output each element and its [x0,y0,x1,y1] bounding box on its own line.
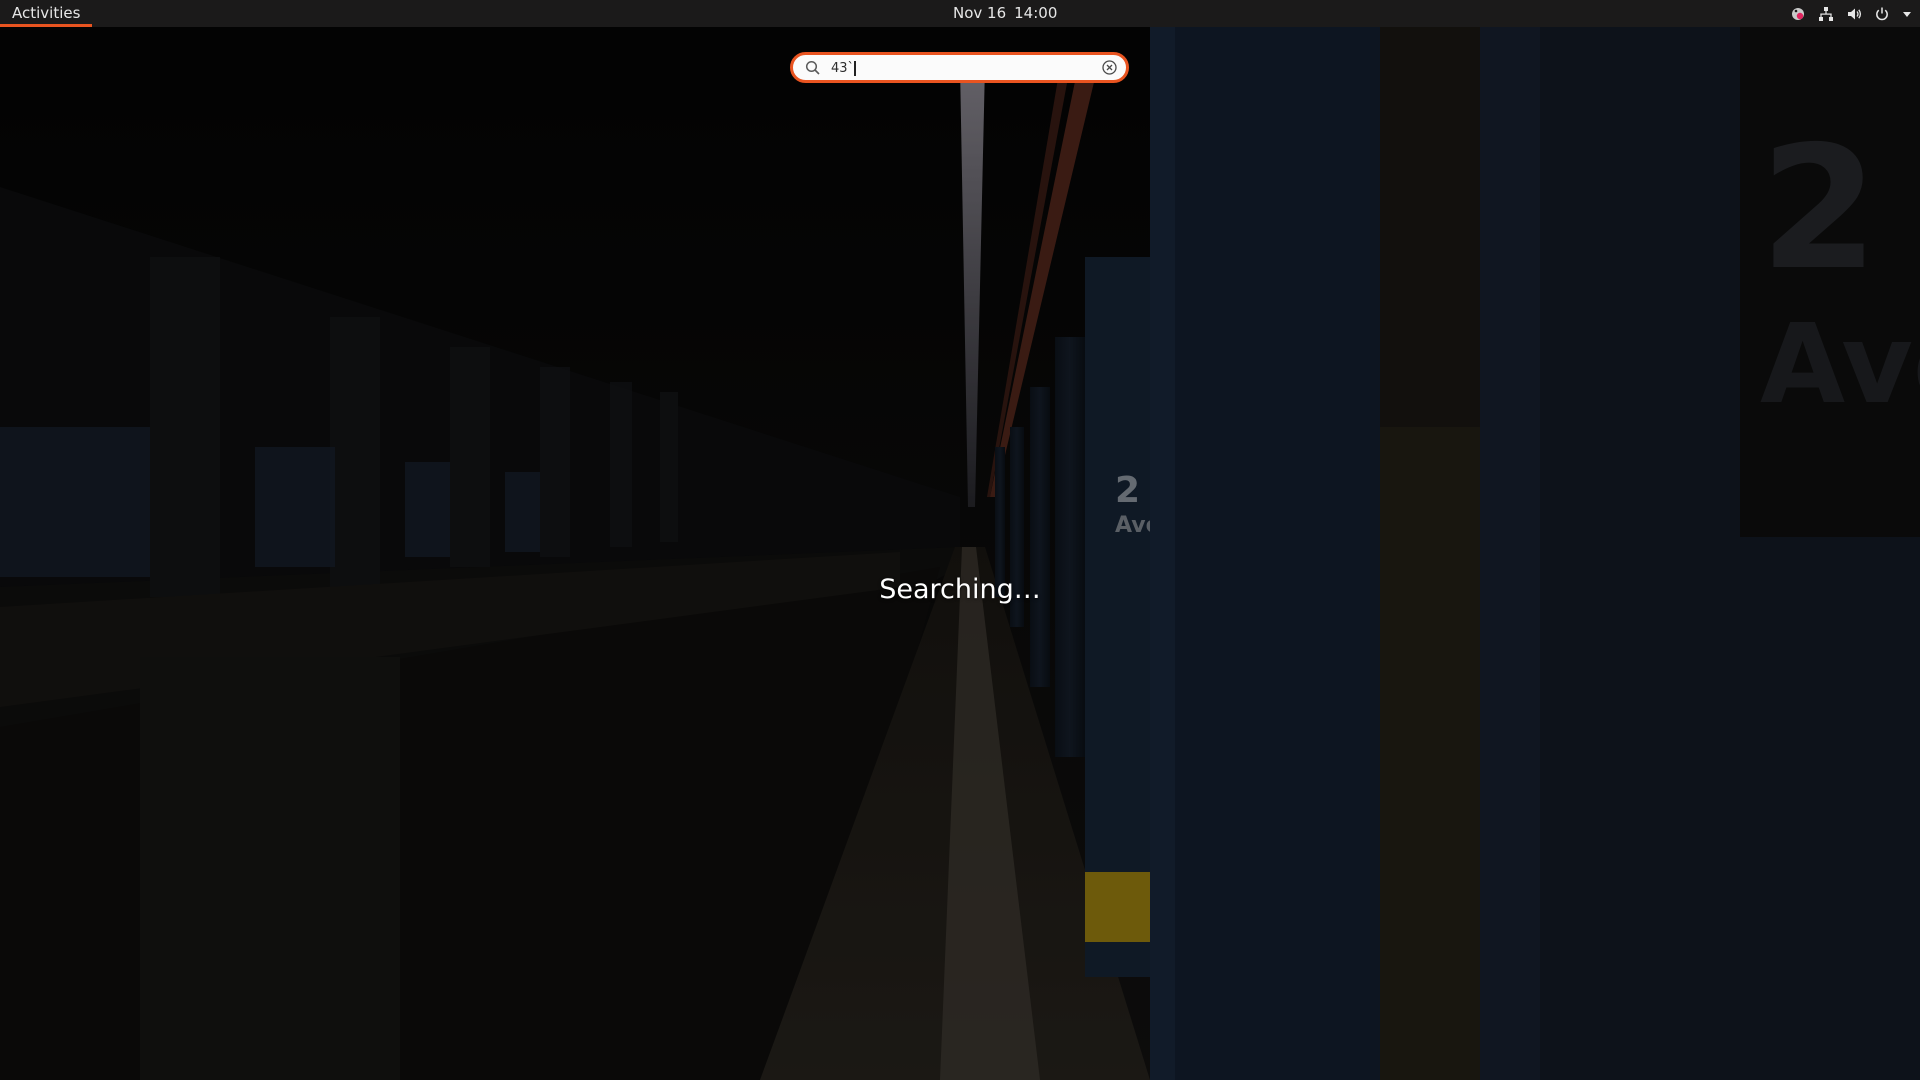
top-bar: Activities Nov 16 14:00 [0,0,1920,27]
text-caret [854,61,856,76]
search-icon [805,60,821,80]
volume-icon[interactable] [1846,6,1862,22]
activities-button[interactable]: Activities [0,0,92,27]
clear-search-icon[interactable] [1101,59,1118,80]
accessibility-icon[interactable] [1790,6,1806,22]
search-input[interactable] [831,57,1081,79]
time-label: 14:00 [1014,4,1058,22]
date-label: Nov 16 [953,4,1007,22]
search-box[interactable] [790,52,1129,83]
power-icon[interactable] [1874,6,1890,22]
network-icon[interactable] [1818,6,1834,22]
system-tray[interactable] [1790,0,1912,27]
clock-button[interactable]: Nov 16 14:00 [953,0,1057,27]
desktop-wallpaper: 2 Ave 2 Ave [0,27,1920,1080]
search-status-text: Searching… [879,574,1041,605]
chevron-down-icon[interactable] [1902,9,1912,19]
